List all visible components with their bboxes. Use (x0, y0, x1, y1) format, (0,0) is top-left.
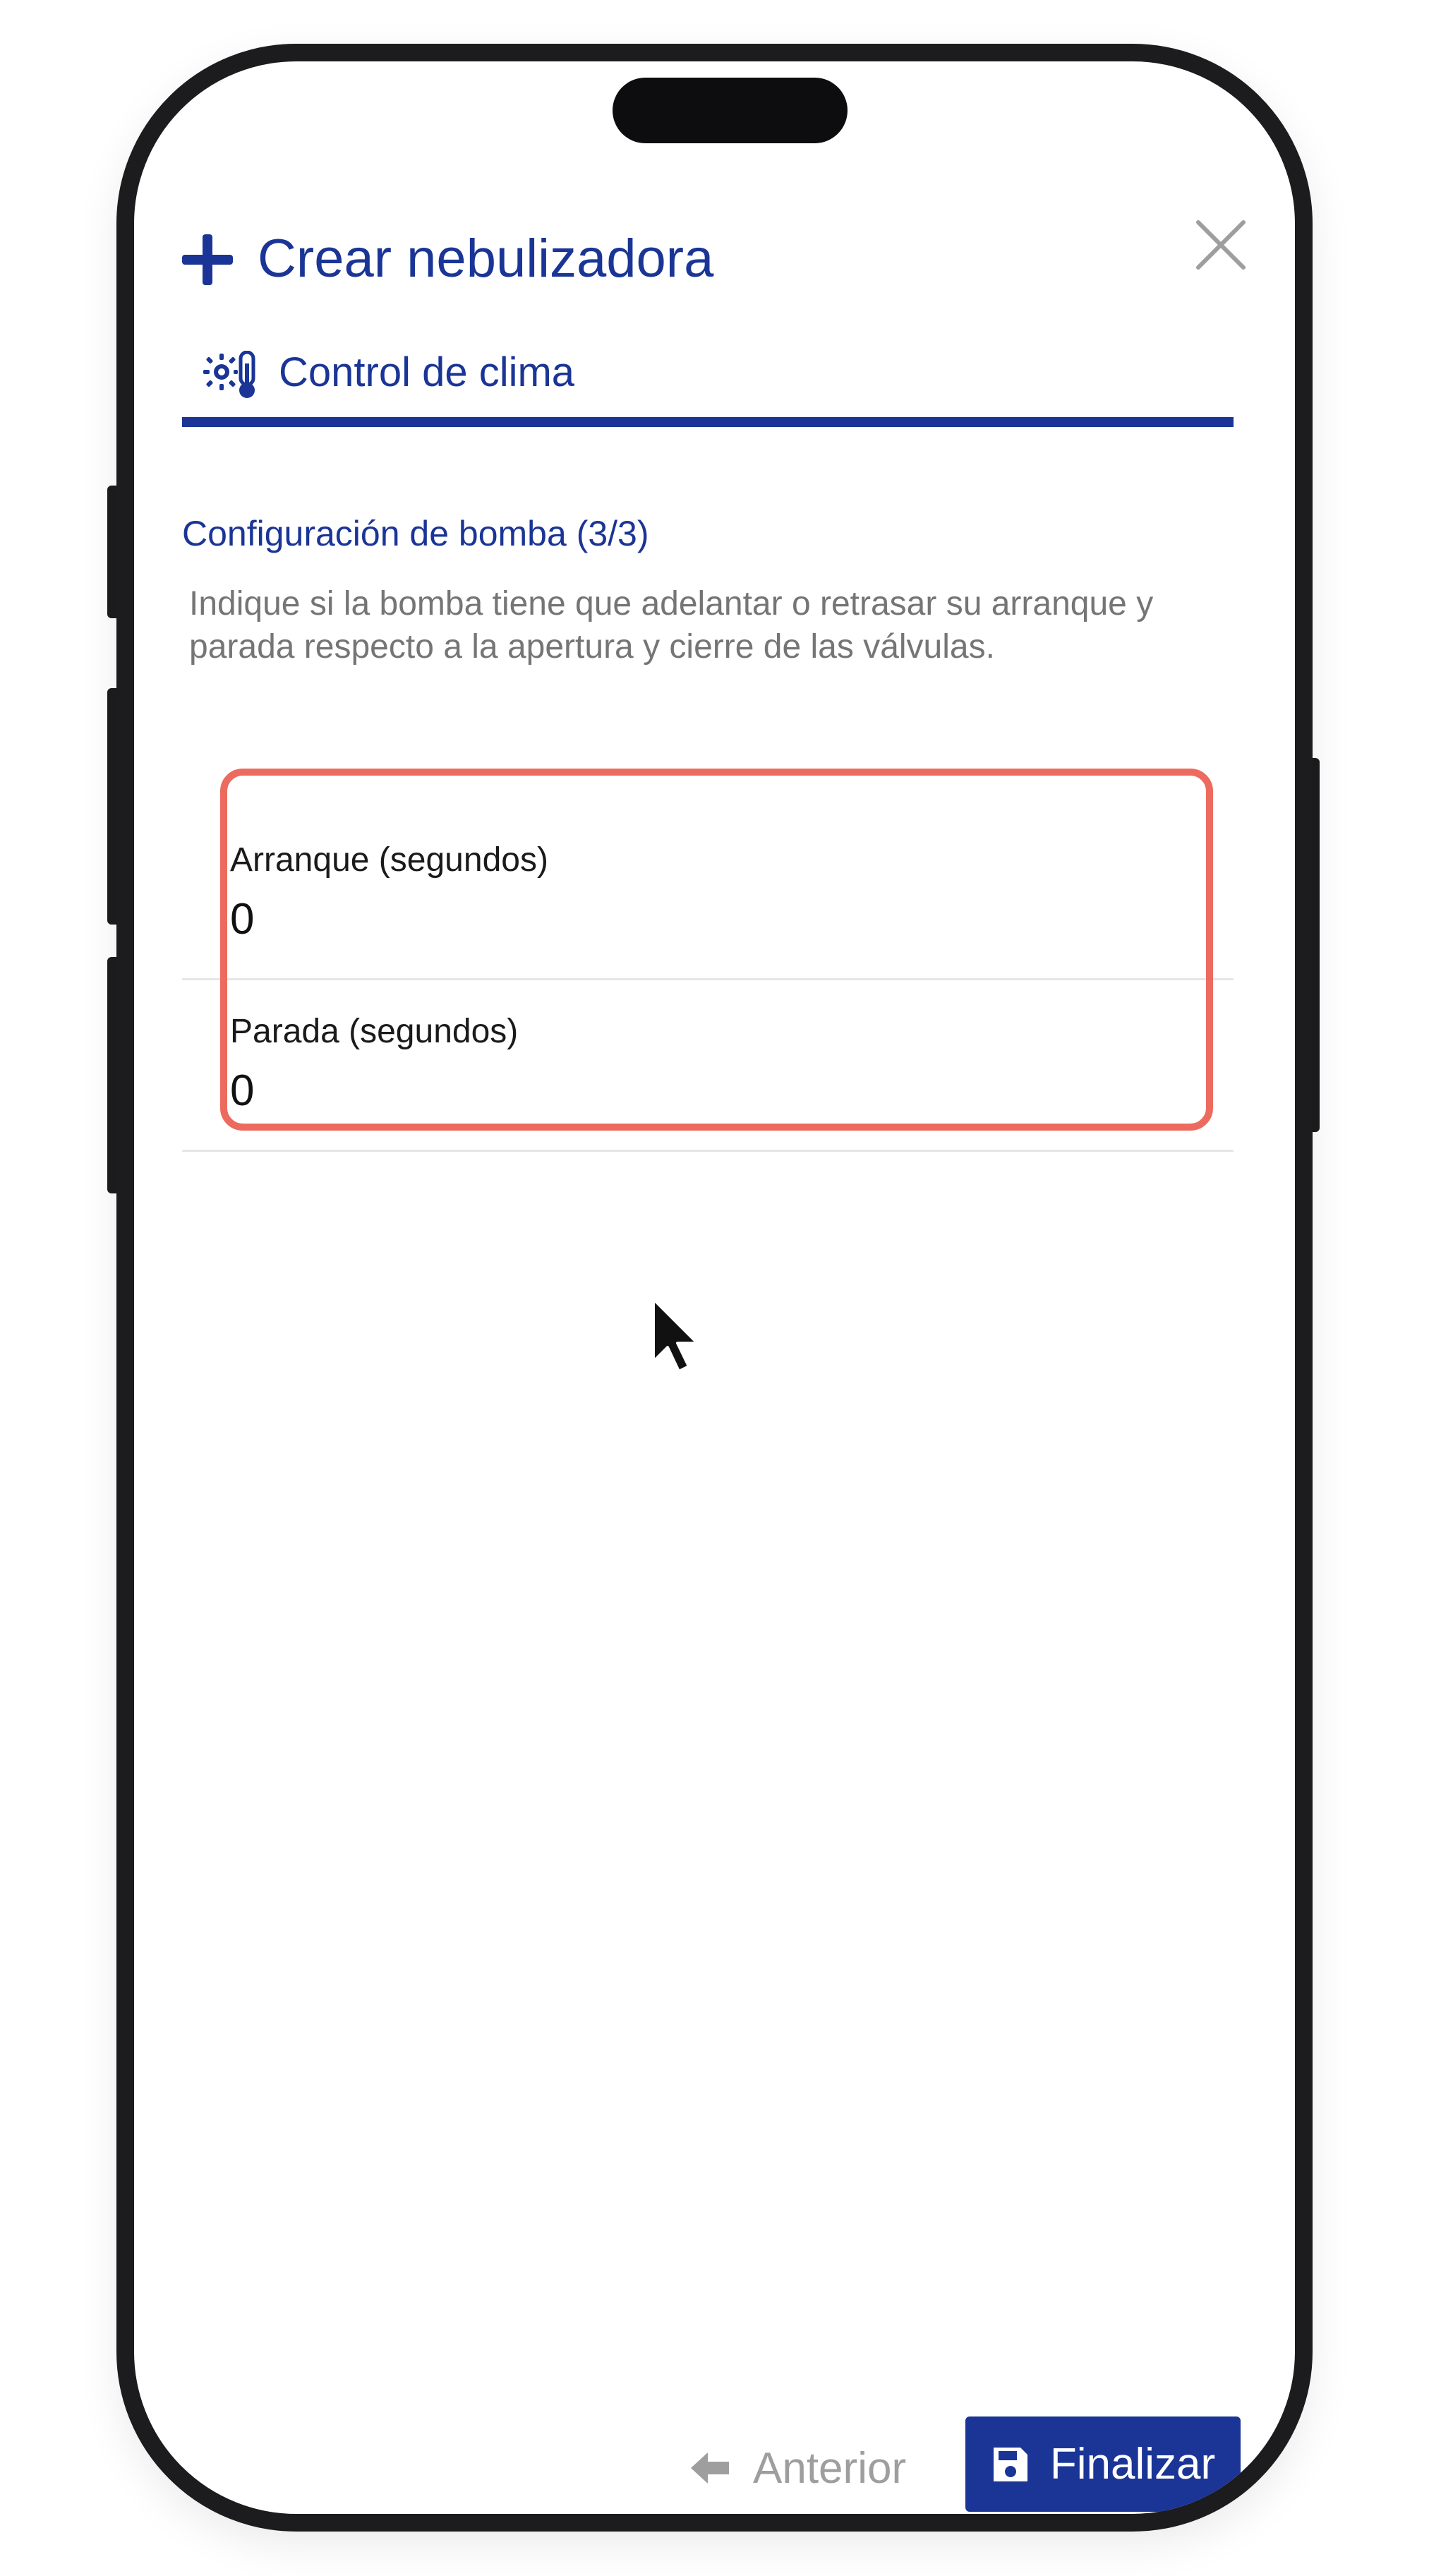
parada-field[interactable]: Parada (segundos) (182, 981, 1234, 1152)
arranque-field[interactable]: Arranque (segundos) (182, 809, 1234, 980)
tab-control-de-clima[interactable]: Control de clima (182, 337, 1234, 427)
climate-control-icon (203, 350, 260, 400)
finalizar-label: Finalizar (1049, 2440, 1216, 2488)
parada-input[interactable] (230, 1059, 1183, 1122)
section-title: Configuración de bomba (3/3) (182, 514, 649, 553)
mouse-pointer-icon (649, 1296, 706, 1374)
plus-icon (182, 234, 233, 285)
close-icon-graphic (1196, 220, 1246, 270)
page-title: Crear nebulizadora (258, 229, 714, 289)
screenshot-stage: Crear nebulizadora Control de clima Conf… (0, 0, 1429, 2576)
arranque-input[interactable] (230, 887, 1183, 951)
phone-frame: Crear nebulizadora Control de clima Conf… (116, 44, 1313, 2532)
save-icon (993, 2447, 1027, 2481)
arranque-label: Arranque (segundos) (230, 841, 548, 879)
parada-label: Parada (segundos) (230, 1013, 519, 1050)
tab-label: Control de clima (279, 349, 575, 395)
dialog-header: Crear nebulizadora (134, 61, 1295, 344)
anterior-button[interactable]: Anterior (688, 2429, 906, 2507)
section-description: Indique si la bomba tiene que adelantar … (189, 585, 1154, 666)
close-icon[interactable] (1194, 218, 1248, 272)
finalizar-button[interactable]: Finalizar (965, 2416, 1241, 2512)
anterior-label: Anterior (753, 2443, 907, 2493)
arrow-left-icon (691, 2452, 729, 2484)
tab-active-indicator (182, 417, 1234, 427)
